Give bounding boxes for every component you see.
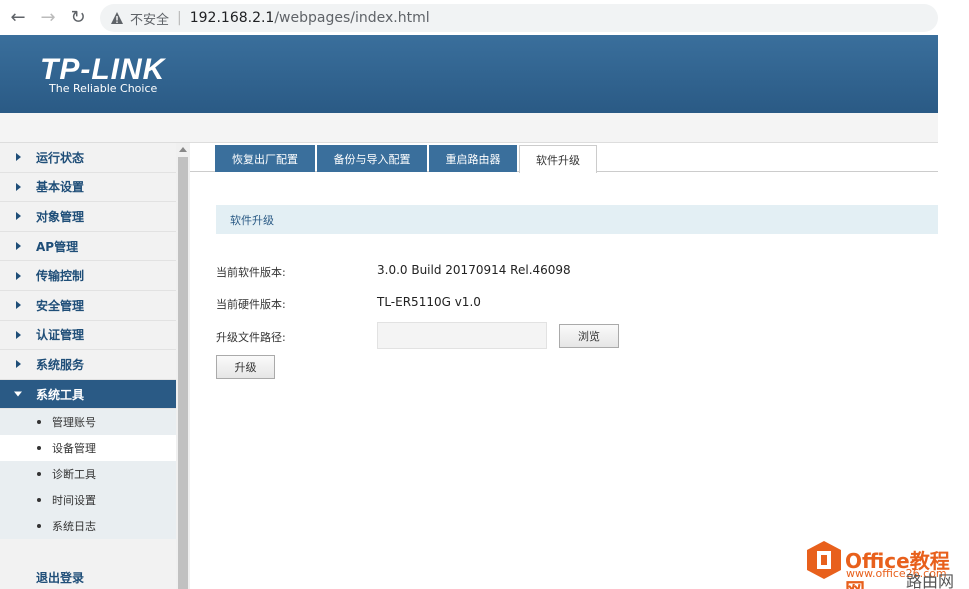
sidebar-item-transmission-control[interactable]: 传输控制 — [0, 261, 176, 291]
slogan: The Reliable Choice — [49, 82, 158, 95]
sidebar-item-object-management[interactable]: 对象管理 — [0, 202, 176, 232]
logout-link[interactable]: 退出登录 — [36, 569, 84, 586]
sidebar-item-authentication[interactable]: 认证管理 — [0, 321, 176, 351]
chevron-right-icon — [16, 182, 21, 191]
sidebar-item-system-services[interactable]: 系统服务 — [0, 350, 176, 380]
sidebar: 运行状态 基本设置 对象管理 AP管理 传输控制 安全管理 认证管理 系统服务 … — [0, 143, 176, 589]
chevron-down-icon — [14, 391, 22, 397]
watermark-tail: 路由网 — [906, 572, 955, 589]
sidebar-subitem-admin-account[interactable]: 管理账号 — [0, 409, 176, 436]
chevron-right-icon — [16, 153, 21, 162]
url-host: 192.168.2.1 — [189, 10, 275, 26]
chevron-right-icon — [16, 301, 21, 310]
tab-reboot[interactable]: 重启路由器 — [429, 145, 517, 172]
tab-backup-import[interactable]: 备份与导入配置 — [317, 145, 427, 172]
software-version-label: 当前软件版本: — [216, 266, 286, 279]
software-version-value: 3.0.0 Build 20170914 Rel.46098 — [377, 263, 571, 277]
upgrade-file-input[interactable] — [377, 322, 547, 349]
reload-icon[interactable]: ↻ — [68, 7, 88, 28]
chevron-right-icon — [16, 212, 21, 221]
sidebar-subitem-time-settings[interactable]: 时间设置 — [0, 487, 176, 514]
back-arrow-icon[interactable]: ← — [8, 7, 28, 28]
office-logo-icon — [807, 541, 841, 579]
sidebar-item-ap-management[interactable]: AP管理 — [0, 232, 176, 262]
browser-toolbar: ← → ↻ 不安全 | 192.168.2.1 /webpages/index.… — [0, 0, 969, 35]
tab-factory-reset[interactable]: 恢复出厂配置 — [215, 145, 315, 172]
scroll-thumb[interactable] — [178, 157, 188, 589]
upgrade-path-label: 升级文件路径: — [216, 331, 286, 344]
upgrade-button[interactable]: 升级 — [216, 355, 275, 379]
header-strip — [0, 113, 938, 143]
hardware-version-value: TL-ER5110G v1.0 — [377, 295, 481, 309]
url-path: /webpages/index.html — [274, 10, 430, 26]
chevron-right-icon — [16, 330, 21, 339]
sidebar-subitem-diagnostic-tools[interactable]: 诊断工具 — [0, 461, 176, 488]
sidebar-item-status[interactable]: 运行状态 — [0, 143, 176, 173]
sidebar-item-security[interactable]: 安全管理 — [0, 291, 176, 321]
warning-icon — [111, 12, 123, 24]
header-banner: TP-LINK The Reliable Choice — [0, 35, 938, 113]
address-bar[interactable]: 不安全 | 192.168.2.1 /webpages/index.html — [100, 4, 938, 32]
sidebar-subitem-system-log[interactable]: 系统日志 — [0, 513, 176, 540]
sidebar-item-system-tools[interactable]: 系统工具 — [0, 379, 176, 410]
chevron-right-icon — [16, 242, 21, 251]
sidebar-item-basic-settings[interactable]: 基本设置 — [0, 173, 176, 203]
hardware-version-label: 当前硬件版本: — [216, 298, 286, 311]
tab-software-upgrade[interactable]: 软件升级 — [519, 145, 597, 173]
chevron-right-icon — [16, 360, 21, 369]
sidebar-scrollbar[interactable] — [176, 143, 190, 589]
sidebar-subitem-device-management[interactable]: 设备管理 — [0, 435, 176, 462]
tab-bar: 恢复出厂配置 备份与导入配置 重启路由器 软件升级 — [215, 145, 599, 173]
scroll-up-icon[interactable] — [179, 147, 187, 152]
forward-arrow-icon[interactable]: → — [38, 7, 58, 28]
section-header: 软件升级 — [216, 205, 938, 234]
browse-button[interactable]: 浏览 — [559, 324, 619, 348]
section-title: 软件升级 — [230, 213, 274, 227]
insecure-label: 不安全 — [130, 12, 170, 28]
chevron-right-icon — [16, 271, 21, 280]
